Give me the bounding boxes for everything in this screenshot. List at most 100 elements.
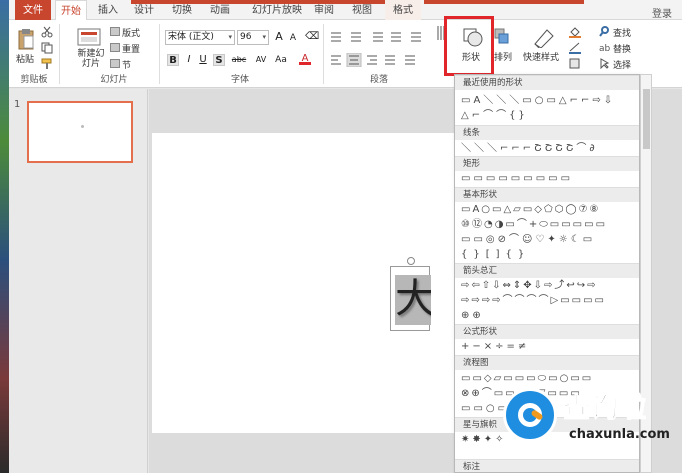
paste-icon[interactable]	[17, 28, 35, 50]
format-painter-icon[interactable]	[41, 58, 53, 70]
font-size-value: 96	[240, 32, 252, 42]
gallery-section-rectangles: 矩形	[455, 156, 639, 171]
line-shapes-row[interactable]: ＼＼＼⌐⌐⌐ՇՇՇՇ⌒∂	[461, 142, 598, 155]
clear-format-icon[interactable]: ⌫	[305, 31, 319, 43]
shape-fill-icon[interactable]	[569, 26, 581, 38]
slide-thumbnail[interactable]	[27, 101, 133, 163]
separator	[59, 24, 60, 84]
arrange-label[interactable]: 排列	[494, 50, 512, 63]
arrow-shapes-row-3[interactable]: ⊕⊕	[461, 309, 484, 322]
tab-home[interactable]: 开始	[55, 0, 87, 21]
bold-button[interactable]: B	[167, 54, 179, 66]
section-button[interactable]: 节	[122, 58, 131, 71]
select-icon[interactable]	[599, 58, 610, 70]
recent-shapes-row-1[interactable]: ▭A＼＼＼▭○▭△⌐⌐⇨⇩	[461, 94, 615, 107]
tab-animations[interactable]: 动画	[207, 0, 233, 20]
basic-shapes-row-2[interactable]: ⑩⑫◔◑▭⌒+⬭▭▭▭▭▭	[461, 218, 607, 231]
shape-outline-icon[interactable]	[569, 42, 581, 54]
font-color-button[interactable]: A	[299, 53, 311, 65]
tab-slideshow[interactable]: 幻灯片放映	[247, 0, 307, 20]
tab-transitions[interactable]: 切换	[169, 0, 195, 20]
equation-shapes-row[interactable]: +−×÷=≠	[461, 340, 529, 353]
layout-icon[interactable]	[110, 27, 120, 36]
shapes-button-highlight	[444, 16, 494, 76]
section-icon[interactable]	[110, 59, 120, 68]
basic-shapes-3: ▭▭◎⊘⌒☺♡✦☼☾▭	[461, 234, 596, 245]
list-buttons[interactable]	[329, 30, 453, 44]
scrollbar-thumb[interactable]	[643, 89, 650, 149]
tab-format[interactable]: 格式	[385, 0, 421, 20]
chevron-down-icon: ▾	[262, 33, 266, 41]
tab-insert[interactable]: 插入	[95, 0, 121, 20]
strikethrough-button[interactable]: abc	[229, 54, 249, 66]
basic-shapes-2: ⑩⑫◔◑▭⌒+⬭▭▭▭▭▭	[461, 219, 608, 230]
clipboard-group-label: 剪贴板	[20, 75, 48, 85]
watermark-logo: 查询啦 chaxunla.com	[503, 382, 682, 452]
recent-shapes-1: ▭A＼＼＼▭○▭△⌐⌐⇨⇩	[461, 95, 616, 106]
desktop-strip	[0, 0, 9, 473]
recent-shapes-2: △⌐⌒⌒{}	[461, 110, 528, 121]
arrow-shapes-2: ⇨⇨⇨⇨⌒⌒⌒⌒▷▭▭▭▭	[461, 295, 606, 306]
paste-label[interactable]: 粘贴	[16, 52, 34, 65]
replace-icon[interactable]: ab	[599, 42, 611, 54]
new-slide-icon[interactable]	[77, 28, 101, 46]
thumbnail-dot	[81, 125, 84, 128]
copy-icon[interactable]	[41, 42, 53, 54]
replace-button[interactable]: 替换	[613, 42, 631, 55]
reset-icon[interactable]	[110, 43, 120, 52]
basic-shapes-4: {}[]{}	[461, 249, 531, 260]
recent-shapes-row-2[interactable]: △⌐⌒⌒{}	[461, 109, 528, 122]
watermark-en-text: chaxunla.com	[569, 427, 670, 442]
font-name-value: 宋体 (正文)	[168, 32, 214, 42]
tab-view[interactable]: 视图	[349, 0, 375, 20]
login-link[interactable]: 登录	[652, 5, 672, 20]
basic-shapes-1: ▭A○▭△▱▭◇⬠⬡◯⑦⑧	[461, 204, 601, 215]
arrow-shapes-row-1[interactable]: ⇨⇦⇧⇩⇔⇕✥⇩⇨⤴↩↪⇨	[461, 279, 598, 292]
new-slide-label[interactable]: 新建幻灯片	[77, 49, 105, 69]
tab-review[interactable]: 审阅	[311, 0, 337, 20]
shadow-button[interactable]: S	[213, 54, 225, 66]
italic-button[interactable]: I	[183, 54, 195, 66]
layout-button[interactable]: 版式	[122, 26, 140, 39]
svg-text:ab: ab	[599, 44, 610, 53]
font-size-select[interactable]: 96 ▾	[237, 30, 269, 45]
rotate-handle[interactable]	[407, 257, 415, 265]
rect-shapes: ▭▭▭▭▭▭▭▭▭	[461, 173, 574, 184]
ribbon-tab-bar: 文件 开始 插入 设计 切换 动画 幻灯片放映 审阅 视图 格式 登录	[9, 0, 682, 21]
select-button[interactable]: 选择	[613, 58, 631, 71]
quick-styles-icon[interactable]	[531, 26, 557, 49]
reset-button[interactable]: 重置	[122, 42, 140, 55]
shrink-font-icon[interactable]: A	[287, 32, 299, 44]
paragraph-group-label: 段落	[369, 75, 388, 85]
font-name-select[interactable]: 宋体 (正文) ▾	[165, 30, 235, 45]
tab-design[interactable]: 设计	[131, 0, 157, 20]
grow-font-icon[interactable]: A	[273, 31, 285, 43]
char-spacing-button[interactable]: AV	[253, 54, 269, 66]
arrow-shapes-row-2[interactable]: ⇨⇨⇨⇨⌒⌒⌒⌒▷▭▭▭▭	[461, 294, 606, 307]
align-buttons[interactable]	[329, 52, 453, 68]
title-accent-bar-2	[424, 0, 584, 4]
find-button[interactable]: 查找	[613, 26, 631, 39]
arrow-shapes-3: ⊕⊕	[461, 310, 484, 321]
font-group-label: 字体	[230, 75, 249, 85]
arrange-icon[interactable]	[494, 28, 510, 46]
cut-icon[interactable]	[41, 26, 53, 38]
equation-shapes: +−×÷=≠	[461, 341, 530, 352]
star-shapes-row[interactable]: ✷✸✦✧	[461, 433, 507, 446]
gallery-section-arrows: 箭头总汇	[455, 263, 639, 278]
quick-styles-label[interactable]: 快速样式	[523, 50, 559, 63]
underline-button[interactable]: U	[197, 54, 209, 66]
shape-effects-icon[interactable]	[569, 58, 581, 70]
basic-shapes-row-4[interactable]: {}[]{}	[461, 248, 530, 261]
selected-textbox[interactable]: 大	[390, 266, 431, 331]
star-shapes: ✷✸✦✧	[461, 434, 507, 445]
slides-group-label: 幻灯片	[100, 75, 128, 85]
change-case-button[interactable]: Aa	[273, 54, 289, 66]
tab-file[interactable]: 文件	[15, 0, 51, 20]
find-icon[interactable]	[599, 26, 610, 37]
line-shapes: ＼＼＼⌐⌐⌐ՇՇՇՇ⌒∂	[461, 143, 598, 154]
basic-shapes-row-3[interactable]: ▭▭◎⊘⌒☺♡✦☼☾▭	[461, 233, 595, 246]
rect-shapes-row[interactable]: ▭▭▭▭▭▭▭▭▭	[461, 172, 573, 185]
basic-shapes-row-1[interactable]: ▭A○▭△▱▭◇⬠⬡◯⑦⑧	[461, 203, 601, 216]
watermark-cn-text: 查询啦	[563, 393, 647, 425]
